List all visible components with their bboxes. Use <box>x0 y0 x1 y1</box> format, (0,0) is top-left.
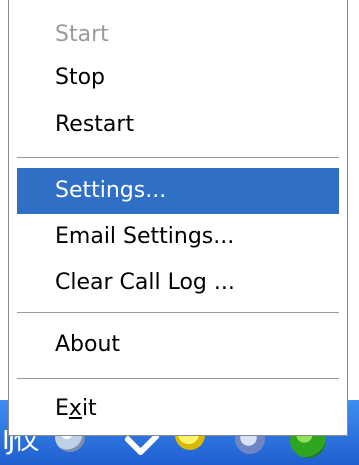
exit-label-suffix: it <box>81 396 97 421</box>
menu-item-stop[interactable]: Stop <box>17 55 339 101</box>
menu-item-start: Start <box>55 22 109 47</box>
menu-separator <box>17 378 339 380</box>
menu-item-email-settings[interactable]: Email Settings... <box>17 214 339 260</box>
menu-item-exit[interactable]: Exit <box>17 386 339 432</box>
menu-item-restart[interactable]: Restart <box>17 102 339 148</box>
exit-label-prefix: E <box>55 396 69 421</box>
menu-item-about[interactable]: About <box>17 322 339 368</box>
screen: IJ仅 Start Stop Restart Settings... Email… <box>0 0 359 465</box>
menu-item-settings[interactable]: Settings... <box>17 168 339 214</box>
menu-item-clear-call-log[interactable]: Clear Call Log ... <box>17 260 339 306</box>
menu-separator <box>17 157 339 159</box>
menu-separator <box>17 312 339 314</box>
context-menu: Start Stop Restart Settings... Email Set… <box>8 0 348 436</box>
exit-label-mnemonic: x <box>68 396 82 421</box>
